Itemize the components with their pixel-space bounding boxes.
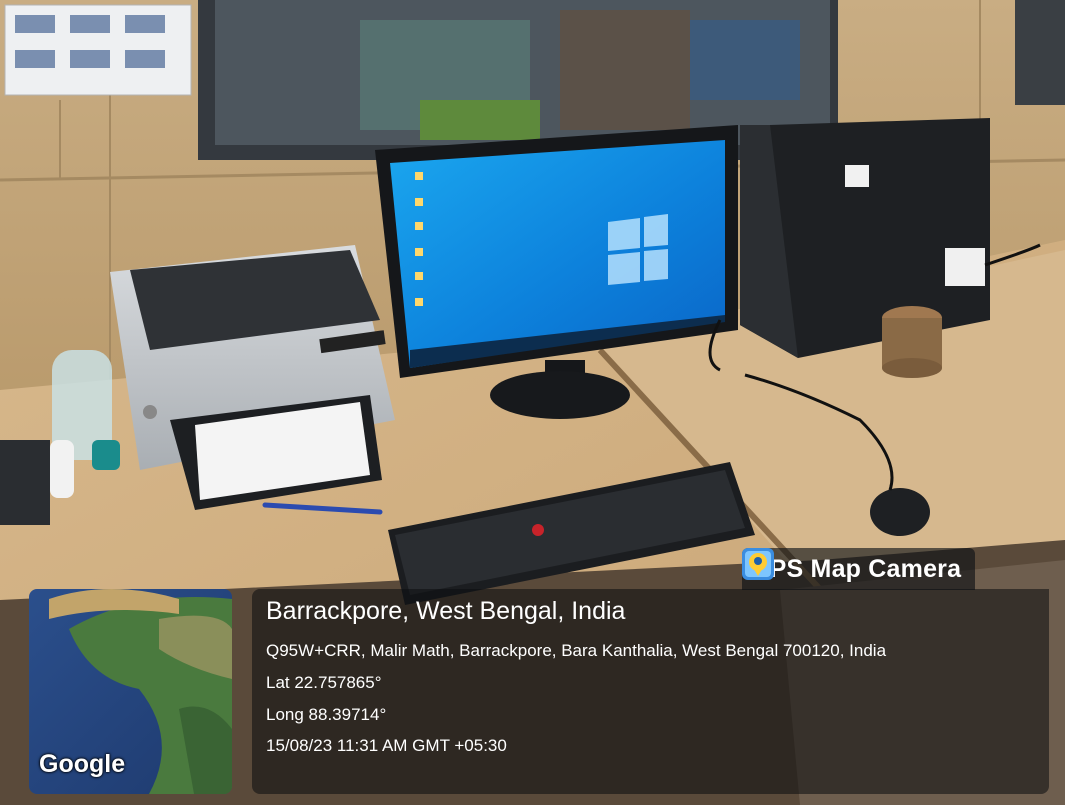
map-pin-icon (742, 548, 774, 580)
latitude: Lat 22.757865° (266, 673, 382, 692)
datetime: 15/08/23 11:31 AM GMT +05:30 (266, 736, 507, 755)
longitude: Long 88.39714° (266, 705, 387, 724)
photo-scene: GPS Map Camera Google Barrackpore, West … (0, 0, 1065, 805)
app-name: GPS Map Camera (750, 554, 962, 583)
address: Q95W+CRR, Malir Math, Barrackpore, Bara … (266, 641, 887, 660)
map-brand: Google (39, 750, 126, 778)
place-name: Barrackpore, West Bengal, India (266, 597, 626, 625)
map-thumbnail: Google (29, 589, 232, 794)
app-badge: GPS Map Camera (742, 548, 976, 590)
